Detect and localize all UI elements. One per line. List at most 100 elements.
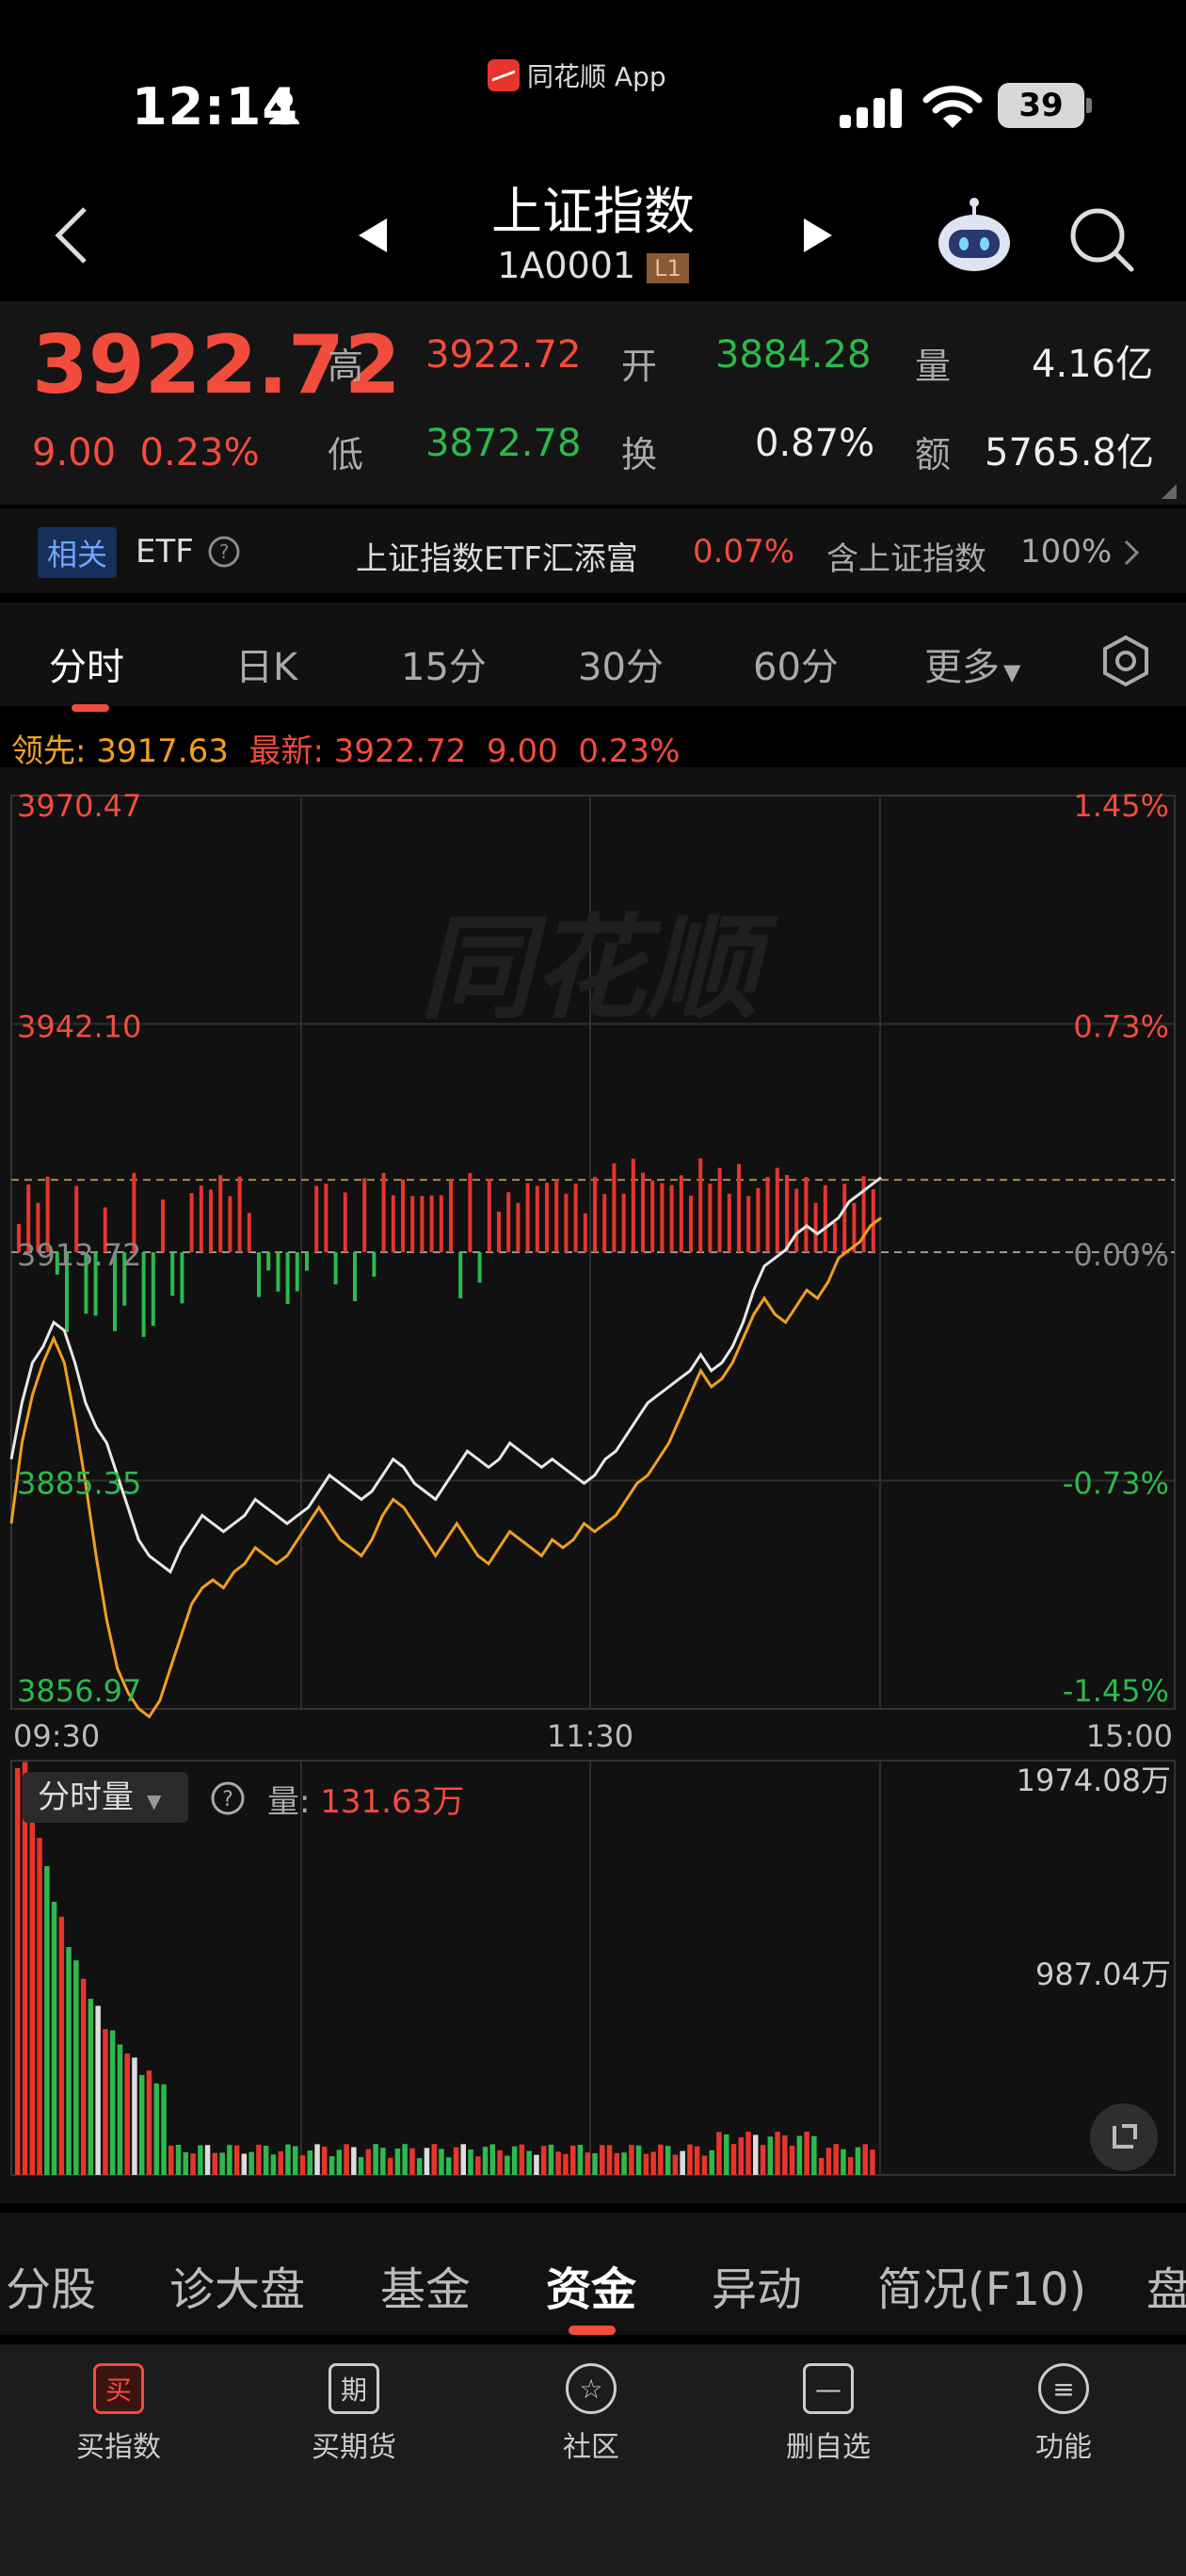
sentiment-bar [842,1183,847,1252]
search-icon[interactable] [1064,201,1139,277]
high-value: 3922.72 [425,333,582,377]
volume-bar [365,2149,372,2175]
tab-30min[interactable]: 30分 [578,636,664,691]
volume-bar [307,2150,313,2175]
volume-bar [263,2146,269,2175]
sentiment-bar [151,1252,155,1327]
volume-bar [687,2144,693,2175]
volume-bar [256,2144,262,2175]
change-pct: 0.23% [139,431,260,475]
volume-bar [44,1866,50,2175]
sentiment-bar [237,1176,242,1252]
volume-bar [95,2005,101,2175]
wifi-icon [922,86,983,128]
functions-button[interactable]: ≡ 功能 [970,2363,1158,2465]
tab-more[interactable]: 更多 ▼ [924,636,1020,691]
sentiment-bar [189,1193,194,1252]
functions-label: 功能 [1035,2431,1092,2464]
volume-bar [233,2145,240,2175]
chart-info-line: 领先: 3917.63 最新: 3922.72 9.00 0.23% [11,725,680,771]
settings-hexagon-icon[interactable] [1098,633,1154,689]
subtab-more[interactable]: 盘 [1146,2252,1186,2318]
volume-bar [870,2149,875,2175]
volume-bar [293,2146,298,2175]
svg-text:?: ? [222,1788,233,1811]
volume-bar [497,2149,503,2175]
volume-bar [146,2070,152,2175]
volume-bar [270,2154,277,2175]
volume-indicator-select[interactable]: 分时量 ▼ [23,1772,188,1823]
sentiment-bar [161,1199,165,1252]
subtab-movements[interactable]: 异动 [712,2252,802,2318]
volume-bar [841,2149,846,2175]
subtab-diagnosis[interactable]: 诊大盘 [169,2252,305,2318]
sentiment-bar [698,1158,703,1252]
volume-bar [431,2144,437,2175]
volume-bar [577,2145,584,2175]
subtab-funds[interactable]: 基金 [380,2252,471,2318]
volume-bar [248,2151,254,2175]
volume-bar [548,2144,554,2175]
app-return-pill[interactable]: 同花顺 App [488,56,666,94]
help-circle-icon[interactable]: ? [207,535,241,569]
volume-plot-frame [10,1760,1176,2176]
remove-watchlist-button[interactable]: — 删自选 [734,2363,922,2465]
volume-readout-label: 量: [267,1783,311,1821]
sentiment-bar [689,1195,693,1252]
volume-bar [198,2145,203,2175]
volume-bar [183,2151,188,2175]
volume-bar [614,2152,619,2175]
latest-pct: 0.23% [578,733,681,770]
volume-bar [600,2145,605,2175]
battery-tip [1086,98,1092,113]
chevron-right-icon[interactable] [1122,539,1141,567]
tab-intraday[interactable]: 分时 [49,636,124,691]
sentiment-bar [314,1185,319,1252]
etf-name[interactable]: 上证指数ETF汇添富 [356,533,638,579]
sentiment-bar [266,1252,271,1271]
subtab-capital[interactable]: 资金 [546,2252,636,2318]
level-badge: L1 [647,252,689,283]
latest-change: 9.00 [487,733,558,770]
subtab-components[interactable]: 分股 [6,2252,96,2318]
sentiment-bar [564,1193,569,1252]
low-value: 3872.78 [425,422,582,465]
volume-bar [103,2029,108,2175]
sentiment-bar [199,1185,203,1252]
volume-bar [190,2153,196,2175]
expand-corner-icon[interactable] [1162,484,1177,499]
tab-daily-k[interactable]: 日K [235,636,297,691]
volume-tick-mid: 987.04万 [1035,1956,1171,1992]
buy-futures-button[interactable]: 期 买期货 [260,2363,448,2465]
buy-index-button[interactable]: 买 买指数 [24,2363,213,2465]
sentiment-bar [372,1252,377,1277]
volume-bar [519,2144,525,2175]
sentiment-bar [775,1167,779,1252]
volume-bar [475,2156,481,2175]
volume-bar [789,2146,795,2175]
volume-bar [709,2149,714,2175]
chart-area[interactable]: 同花顺 3970.47 3942.10 3913.72 3885.35 3856.97 1.… [0,767,1186,2203]
volume-bar [745,2132,751,2175]
community-button[interactable]: ☆ 社区 [497,2363,685,2465]
volume-bar [88,1998,94,2175]
turnover-label: 换 [621,434,658,475]
next-stock-icon[interactable] [796,215,838,256]
volume-help-icon[interactable]: ? [209,1779,247,1817]
volume-bar [132,2057,137,2175]
sentiment-bar [669,1184,674,1252]
tab-15min[interactable]: 15分 [401,636,487,691]
amount-label: 额 [915,434,952,475]
y-right-tick: 1.45% [1073,788,1169,824]
intraday-chart[interactable]: 同花顺 3970.47 3942.10 3913.72 3885.35 3856.97 1.… [0,767,1186,2203]
menu-icon: ≡ [1038,2363,1089,2414]
volume-bar [570,2145,576,2175]
tab-60min[interactable]: 60分 [753,636,839,691]
sentiment-bar [660,1183,665,1252]
robot-assistant-icon[interactable] [932,196,1017,281]
fullscreen-button[interactable] [1090,2103,1158,2171]
sentiment-bar [746,1196,751,1252]
sentiment-bar [621,1193,626,1252]
subtab-profile-f10[interactable]: 简况(F10) [877,2252,1086,2318]
sentiment-bar [381,1172,386,1252]
